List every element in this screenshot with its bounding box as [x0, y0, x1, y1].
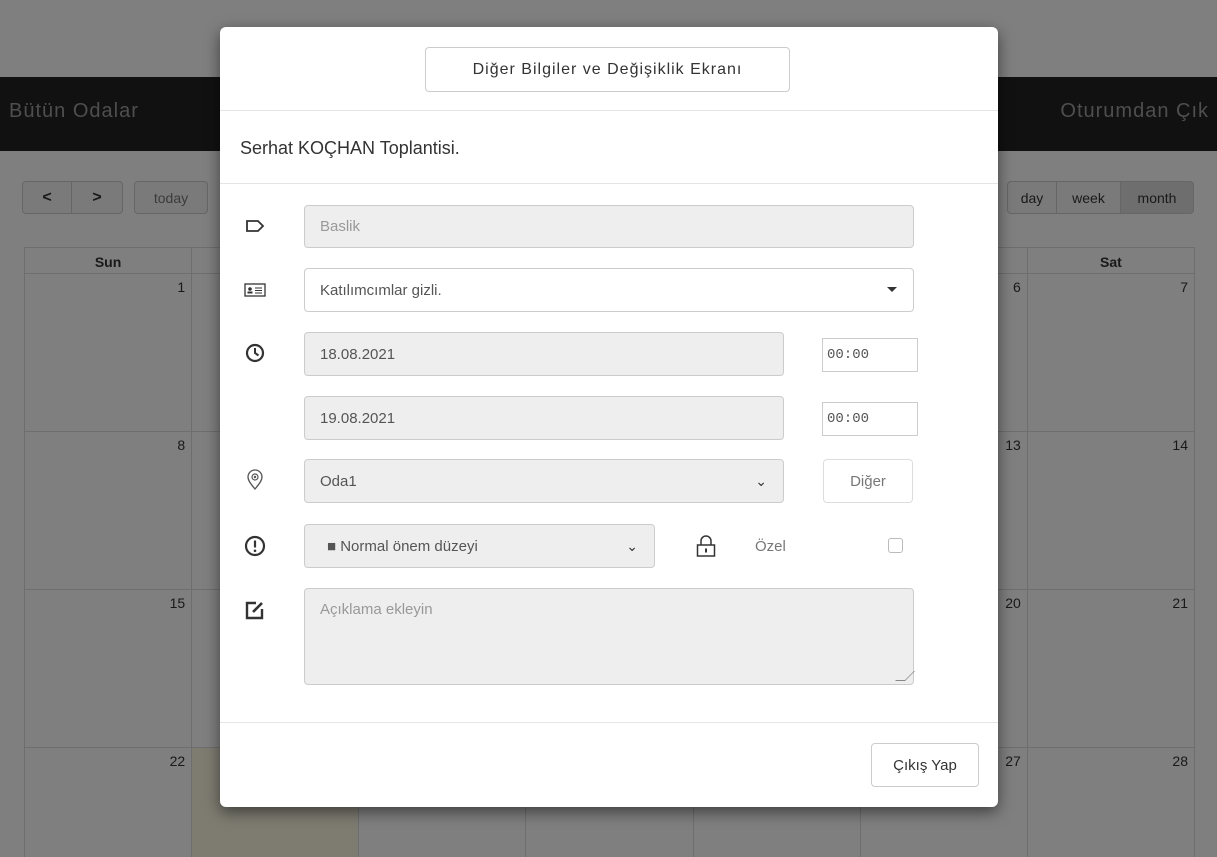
other-button[interactable]: Diğer: [823, 459, 913, 503]
exclamation-circle-icon: [244, 535, 266, 557]
contact-card-icon: [244, 279, 266, 301]
participants-select[interactable]: Katılımcımlar gizli.: [304, 268, 914, 312]
caret-down-icon: [887, 287, 897, 292]
end-time-input[interactable]: 00:00: [822, 402, 918, 436]
room-select[interactable]: Oda1 ⌄: [304, 459, 784, 503]
description-textarea[interactable]: Açıklama ekleyin: [304, 588, 915, 685]
modal-header: Serhat KOÇHAN Toplantisi.: [220, 111, 998, 184]
other-info-button[interactable]: Diğer Bilgiler ve Değişiklik Ekranı: [425, 47, 790, 92]
start-time-input[interactable]: 00:00: [822, 338, 918, 372]
end-date-input[interactable]: 19.08.2021: [304, 396, 784, 440]
tag-icon: [244, 215, 266, 237]
exit-button[interactable]: Çıkış Yap: [871, 743, 979, 787]
modal-title: Serhat KOÇHAN Toplantisi.: [240, 138, 460, 158]
modal-top: Diğer Bilgiler ve Değişiklik Ekranı: [220, 27, 998, 111]
clock-icon: [244, 342, 266, 364]
chevron-down-icon: ⌄: [755, 473, 767, 489]
title-input[interactable]: Baslik: [304, 205, 914, 248]
chevron-down-icon: ⌄: [626, 538, 638, 554]
modal-footer: Çıkış Yap: [220, 722, 998, 807]
priority-select[interactable]: ■ Normal önem düzeyi ⌄: [304, 524, 655, 568]
private-checkbox[interactable]: [888, 538, 903, 553]
resize-grip-icon[interactable]: [895, 671, 915, 681]
event-modal: Diğer Bilgiler ve Değişiklik Ekranı Serh…: [220, 27, 998, 807]
start-date-input[interactable]: 18.08.2021: [304, 332, 784, 376]
private-label: Özel: [755, 538, 786, 555]
lock-icon: [695, 534, 717, 563]
location-pin-icon: [244, 469, 266, 491]
edit-icon: [244, 599, 266, 621]
